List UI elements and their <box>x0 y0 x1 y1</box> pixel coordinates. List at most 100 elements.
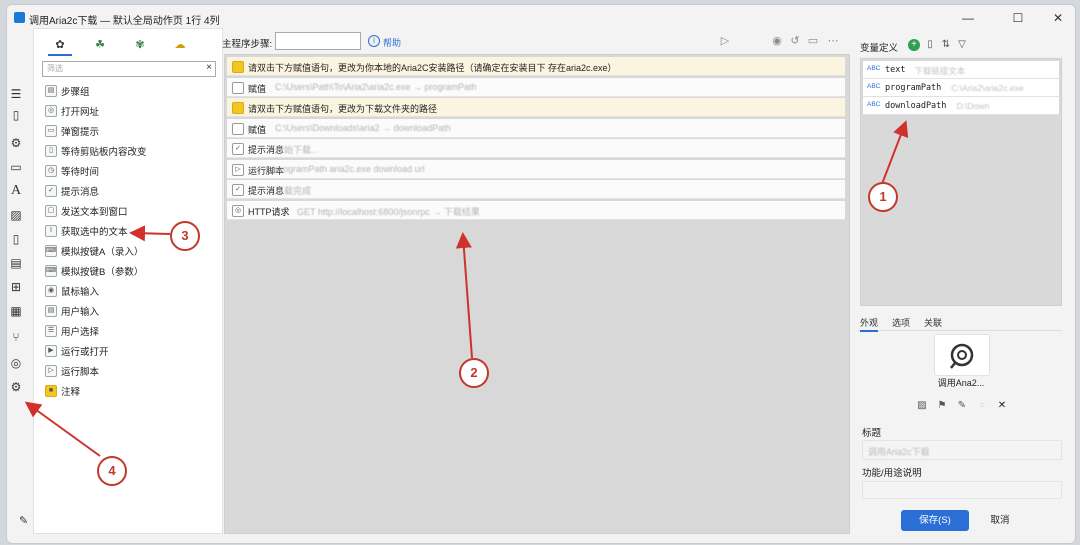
add-variable-icon[interactable]: + <box>908 39 920 51</box>
annotation-3: 3 <box>170 221 200 251</box>
title-field[interactable]: 调用Aria2c下载 <box>862 440 1062 460</box>
library-item[interactable]: ▢ 发送文本到窗口 <box>42 201 218 219</box>
wrench-icon[interactable]: ✎ <box>19 514 28 527</box>
step-description: C:\Users\Path\To\Aria2\aria2c.exe → prog… <box>275 81 477 92</box>
cancel-button[interactable]: 取消 <box>976 510 1024 531</box>
window-icon[interactable]: ▭ <box>9 160 23 174</box>
library-item[interactable]: ▭ 弹窗提示 <box>42 121 218 139</box>
step-assign-icon <box>232 122 244 135</box>
variable-row[interactable]: ABC text 下载链接文本 <box>863 61 1059 79</box>
library-item-label: 发送文本到窗口 <box>61 207 128 218</box>
variables-list[interactable]: ABC text 下载链接文本 ABC programPath C:\Aria2\aria… <box>860 58 1062 306</box>
step-row[interactable]: ✓ 提示消息 下载完成 <box>227 180 845 199</box>
step-message-icon: ✓ <box>232 143 244 155</box>
save-button[interactable]: 保存(S) <box>901 510 969 531</box>
variable-row[interactable]: ABC downloadPath D:\Down <box>863 97 1059 115</box>
copy-icon[interactable]: ▭ <box>806 34 820 48</box>
step-row[interactable]: 请双击下方赋值语句，更改为下载文件夹的路径 <box>227 98 845 117</box>
string-type-icon: ABC <box>867 65 881 72</box>
library-item[interactable]: ✓ 提示消息 <box>42 181 218 199</box>
step-row[interactable]: ✓ 提示消息 开始下载... <box>227 139 845 158</box>
tab-extensions-icon[interactable]: ✾ <box>128 38 152 54</box>
library-item[interactable]: ▤ 用户输入 <box>42 301 218 319</box>
minimize-button[interactable]: — <box>953 9 983 27</box>
clipboard-icon[interactable]: ▯ <box>9 232 23 246</box>
step-script-icon: ▷ <box>232 163 244 176</box>
tab-basic-icon[interactable]: ✿ <box>48 38 72 56</box>
tab-options[interactable]: 选项 <box>892 316 910 329</box>
clear-search-icon[interactable]: × <box>206 62 212 73</box>
filter-icon[interactable]: ▽ <box>956 39 968 51</box>
library-search-input[interactable]: 筛选 × <box>42 61 216 77</box>
steps-filter-input[interactable] <box>275 32 361 50</box>
globe-icon[interactable]: ◎ <box>9 356 23 370</box>
step-group-icon: ▤ <box>45 85 57 97</box>
library-item[interactable]: ■ 注释 <box>42 381 218 399</box>
document-icon[interactable]: ▤ <box>9 256 23 270</box>
variable-row[interactable]: ABC programPath C:\Aria2\aria2c.exe <box>863 79 1059 97</box>
delete-variable-icon[interactable]: ▯ <box>924 39 936 51</box>
description-field[interactable] <box>862 481 1062 499</box>
image-icon[interactable]: ▨ <box>9 208 23 222</box>
step-row[interactable]: 赋值 C:\Users\Path\To\Aria2\aria2c.exe → pr… <box>227 77 845 97</box>
windows-icon[interactable]: ⊞ <box>9 280 23 294</box>
step-note-icon <box>232 102 244 114</box>
steps-list[interactable]: 请双击下方赋值语句，更改为你本地的Aria2C安装路径（请确定在安装目下 存在a… <box>224 54 850 534</box>
gear-icon[interactable]: ⚙ <box>9 136 23 150</box>
close-button[interactable]: ✕ <box>1043 9 1073 27</box>
library-item[interactable]: ▤ 步骤组 <box>42 81 218 99</box>
help-link[interactable]: 帮助 <box>383 36 401 49</box>
image-icon[interactable]: ▨ <box>916 400 928 414</box>
library-item-label: 获取选中的文本 <box>61 227 128 238</box>
list-icon[interactable]: ☰ <box>9 87 23 101</box>
library-item[interactable]: ◷ 等待时间 <box>42 161 218 179</box>
library-item[interactable]: ⌨ 模拟按键B（参数） <box>42 261 218 279</box>
blank-icon[interactable]: ○ <box>976 400 988 414</box>
step-row[interactable]: ◎ HTTP请求 GET http://localhost:6800/jsonrpc… <box>227 200 845 220</box>
remove-icon[interactable]: ✕ <box>996 400 1008 414</box>
step-row[interactable]: ▷ 运行脚本 programPath aria2c.exe download url <box>227 159 845 179</box>
step-name: 赋值 <box>248 124 267 135</box>
send-text-icon: ▢ <box>45 205 57 217</box>
sort-icon[interactable]: ⇅ <box>940 39 952 51</box>
run-icon[interactable]: ▷ <box>718 34 732 48</box>
library-tabs: ✿ ☘ ✾ ☁ <box>34 35 222 57</box>
calculator-icon[interactable]: ▦ <box>9 304 23 318</box>
settings-group-icon[interactable]: ⚙ <box>9 380 23 394</box>
library-item-label: 用户输入 <box>61 307 100 318</box>
library-item[interactable]: ◎ 打开网址 <box>42 101 218 119</box>
library-item[interactable]: ▶ 运行或打开 <box>42 341 218 359</box>
library-item-label: 注释 <box>61 387 81 398</box>
library-item-label: 提示消息 <box>61 187 100 198</box>
action-library-panel: ✿ ☘ ✾ ☁ 筛选 × ▤ 步骤组 ◎ 打开网址 ▭ 弹窗提示 ▯ 等待剪贴板内容改变 ◷ 等待… <box>33 28 223 534</box>
step-name: 请双击下方赋值语句，更改为下载文件夹的路径 <box>248 104 438 114</box>
maximize-button[interactable]: ☐ <box>1003 9 1033 27</box>
step-row[interactable]: 请双击下方赋值语句，更改为你本地的Aria2C安装路径（请确定在安装目下 存在a… <box>227 57 845 76</box>
more-icon[interactable]: ⋯ <box>826 34 840 48</box>
steps-label: 主程序步骤: <box>222 39 273 50</box>
font-icon[interactable]: A <box>9 184 23 198</box>
record-icon[interactable]: ◉ <box>770 34 784 48</box>
undo-icon[interactable]: ↺ <box>788 34 802 48</box>
brush-icon[interactable]: ✎ <box>956 400 968 414</box>
library-item[interactable]: ▯ 等待剪贴板内容改变 <box>42 141 218 159</box>
tab-relations[interactable]: 关联 <box>924 316 942 329</box>
bookmark-icon[interactable]: ▯ <box>9 108 23 122</box>
step-name: 赋值 <box>248 83 267 94</box>
action-icon-preview[interactable] <box>934 334 990 376</box>
library-item[interactable]: ◉ 鼠标输入 <box>42 281 218 299</box>
help-icon[interactable]: i <box>368 35 380 47</box>
library-item[interactable]: ▷ 运行脚本 <box>42 361 218 379</box>
step-row[interactable]: 赋值 C:\Users\Downloads\aria2 → downloadPat… <box>227 118 845 138</box>
library-item[interactable]: ☰ 用户选择 <box>42 321 218 339</box>
text-cursor-icon: I <box>45 225 57 237</box>
tab-appearance[interactable]: 外观 <box>860 316 879 332</box>
flag-icon[interactable]: ⚑ <box>936 400 948 414</box>
properties-tabs: 外观 选项 关联 <box>858 314 1062 332</box>
step-assign-icon <box>232 81 244 94</box>
branch-icon[interactable]: ⑂ <box>9 330 23 344</box>
string-type-icon: ABC <box>867 101 881 108</box>
tab-plugins-icon[interactable]: ☘ <box>88 38 112 54</box>
tab-cloud-icon[interactable]: ☁ <box>168 38 192 54</box>
script-icon: ▷ <box>45 365 57 377</box>
